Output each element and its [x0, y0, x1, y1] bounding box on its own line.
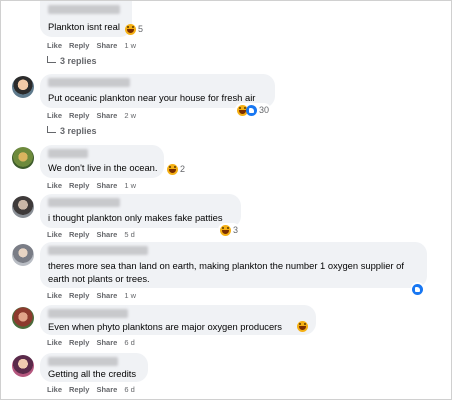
- comment-time[interactable]: 1 w: [124, 181, 136, 190]
- share-button[interactable]: Share: [96, 230, 117, 239]
- comment-text: Getting all the credits: [48, 368, 137, 379]
- comment-bubble: Even when phyto planktons are major oxyg…: [40, 305, 316, 335]
- comment-actions: Like Reply Share 1 w: [47, 181, 136, 190]
- comment-bubble: i thought plankton only makes fake patti…: [40, 194, 241, 228]
- like-button[interactable]: Like: [47, 338, 62, 347]
- comment-text: i thought plankton only makes fake patti…: [48, 212, 223, 223]
- avatar[interactable]: [12, 147, 34, 169]
- reply-arrow-icon: [47, 125, 56, 133]
- commenter-name[interactable]: [48, 198, 120, 207]
- commenter-name[interactable]: [48, 5, 120, 14]
- comment-text: Plankton isnt real: [48, 21, 120, 32]
- reply-button[interactable]: Reply: [69, 338, 89, 347]
- comment-text: theres more sea than land on earth, maki…: [48, 260, 404, 284]
- comment-actions: Like Reply Share 6 d: [47, 385, 135, 394]
- comment-actions: Like Reply Share 1 w: [47, 291, 136, 300]
- share-button[interactable]: Share: [96, 41, 117, 50]
- comment-time[interactable]: 6 d: [124, 338, 134, 347]
- commenter-name[interactable]: [48, 309, 128, 318]
- comment-text: We don't live in the ocean.: [48, 162, 158, 173]
- reply-button[interactable]: Reply: [69, 291, 89, 300]
- share-button[interactable]: Share: [96, 181, 117, 190]
- commenter-name[interactable]: [48, 246, 148, 255]
- comment-text: Put oceanic plankton near your house for…: [48, 92, 256, 103]
- haha-emoji-icon: [125, 23, 136, 35]
- like-emoji-icon: [246, 104, 257, 116]
- like-button[interactable]: Like: [47, 41, 62, 50]
- reply-button[interactable]: Reply: [69, 111, 89, 120]
- comment-bubble: Getting all the credits: [40, 353, 148, 382]
- comment-actions: Like Reply Share 6 d: [47, 338, 135, 347]
- haha-emoji-icon: [220, 224, 231, 236]
- comment-time[interactable]: 1 w: [124, 291, 136, 300]
- reply-arrow-icon: [47, 55, 56, 63]
- share-button[interactable]: Share: [96, 338, 117, 347]
- comment-text: Even when phyto planktons are major oxyg…: [48, 321, 282, 332]
- commenter-name[interactable]: [48, 78, 130, 87]
- reaction-count[interactable]: 3: [218, 223, 241, 237]
- like-emoji-icon: [412, 283, 423, 295]
- view-replies-link[interactable]: 3 replies: [47, 55, 97, 66]
- comment-time[interactable]: 6 d: [124, 385, 134, 394]
- reply-button[interactable]: Reply: [69, 385, 89, 394]
- like-button[interactable]: Like: [47, 291, 62, 300]
- comment-time[interactable]: 1 w: [124, 41, 136, 50]
- reaction-count[interactable]: 2: [167, 162, 185, 176]
- comment-time[interactable]: 2 w: [124, 111, 136, 120]
- share-button[interactable]: Share: [96, 111, 117, 120]
- comment-bubble: theres more sea than land on earth, maki…: [40, 242, 427, 288]
- avatar[interactable]: [12, 307, 34, 329]
- comment-bubble: We don't live in the ocean.: [40, 145, 164, 178]
- haha-emoji-icon: [297, 321, 308, 332]
- like-button[interactable]: Like: [47, 181, 62, 190]
- share-button[interactable]: Share: [96, 291, 117, 300]
- reply-button[interactable]: Reply: [69, 181, 89, 190]
- avatar[interactable]: [12, 196, 34, 218]
- reaction-count[interactable]: 5: [125, 22, 143, 36]
- comment-bubble: Plankton isnt real: [40, 1, 132, 37]
- reaction-count[interactable]: 30: [235, 103, 272, 117]
- view-replies-link[interactable]: 3 replies: [47, 125, 97, 136]
- like-button[interactable]: Like: [47, 230, 62, 239]
- avatar[interactable]: [12, 355, 34, 377]
- comment-time[interactable]: 5 d: [124, 230, 134, 239]
- comment-actions: Like Reply Share 2 w: [47, 111, 136, 120]
- avatar[interactable]: [12, 244, 34, 266]
- like-button[interactable]: Like: [47, 385, 62, 394]
- comment-actions: Like Reply Share 5 d: [47, 230, 135, 239]
- commenter-name[interactable]: [48, 149, 88, 158]
- reply-button[interactable]: Reply: [69, 230, 89, 239]
- commenter-name[interactable]: [48, 357, 118, 366]
- reaction-count[interactable]: [411, 282, 424, 296]
- haha-emoji-icon: [167, 163, 178, 175]
- avatar[interactable]: [12, 76, 34, 98]
- comment-actions: Like Reply Share 1 w: [47, 41, 136, 50]
- reply-button[interactable]: Reply: [69, 41, 89, 50]
- like-button[interactable]: Like: [47, 111, 62, 120]
- share-button[interactable]: Share: [96, 385, 117, 394]
- comments-panel: Plankton isnt real 5 Like Reply Share 1 …: [0, 0, 452, 400]
